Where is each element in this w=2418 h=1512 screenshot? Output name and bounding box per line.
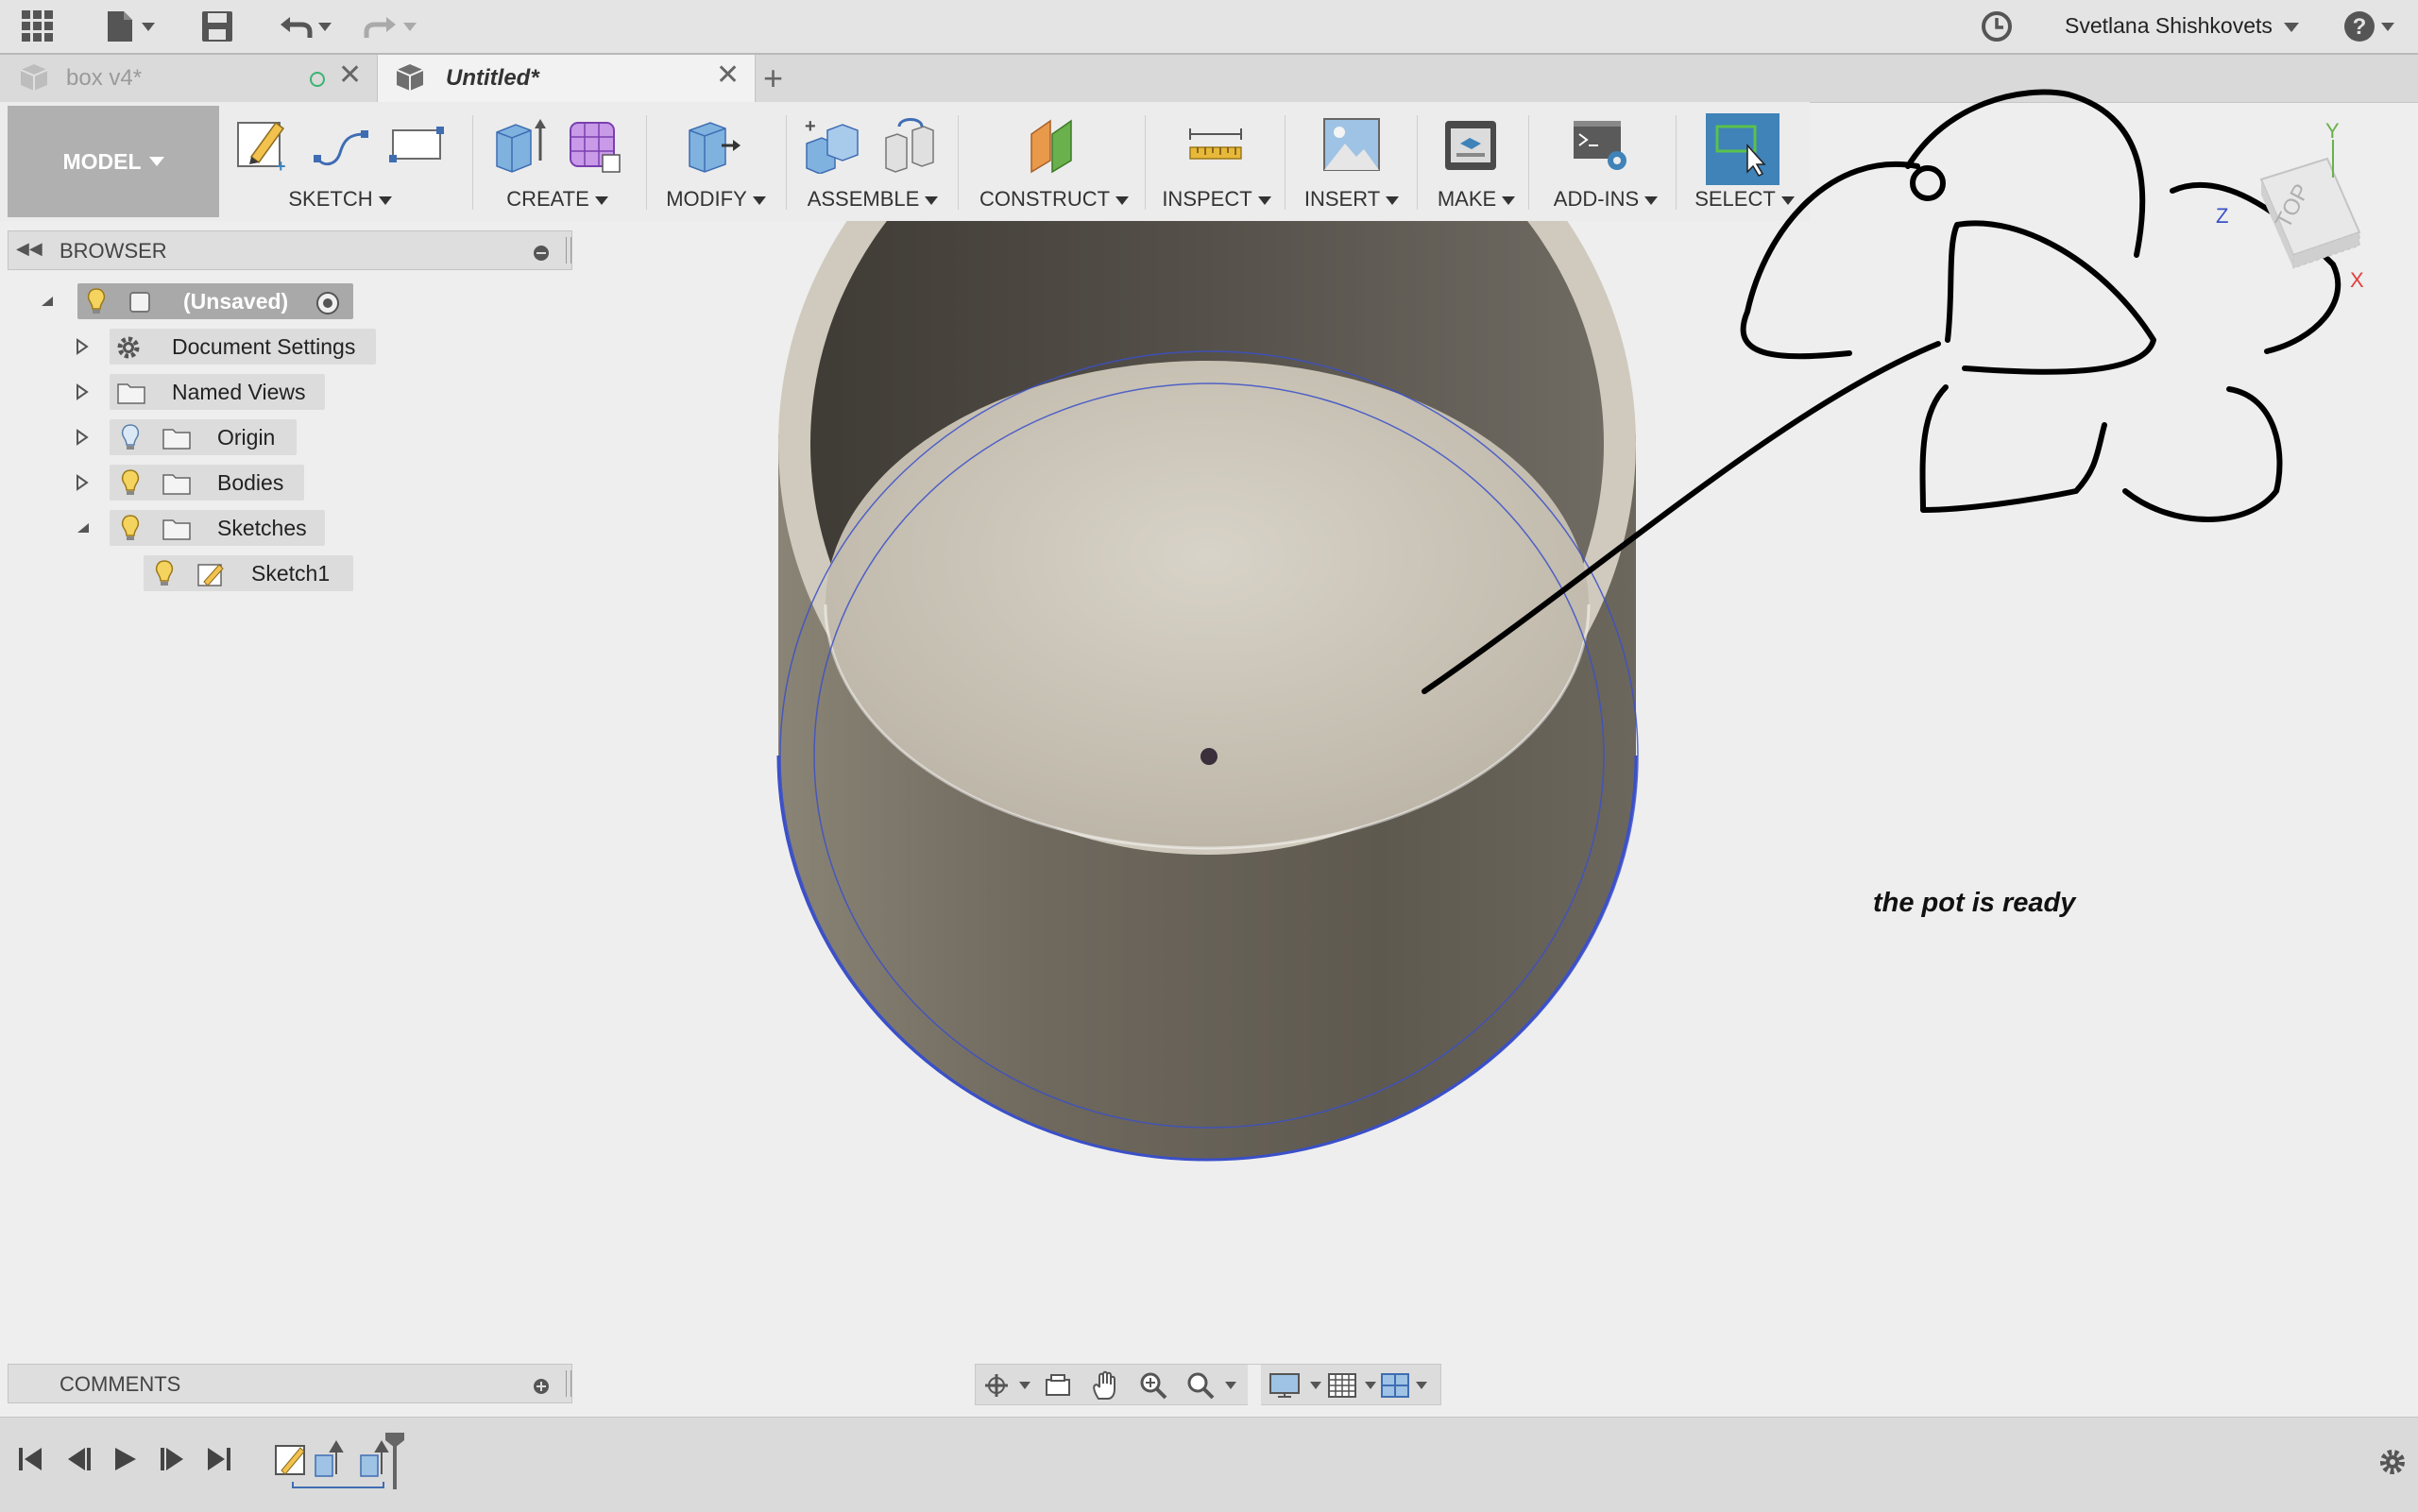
grid-settings-icon[interactable] — [1327, 1370, 1386, 1401]
panel-grip[interactable] — [566, 1370, 571, 1397]
axis-x-label: X — [2350, 268, 2364, 292]
go-to-end-icon[interactable] — [208, 1448, 230, 1470]
minimize-panel-icon[interactable] — [534, 246, 549, 261]
viewports-icon[interactable] — [1380, 1370, 1439, 1401]
navigation-toolbar — [975, 1364, 1441, 1406]
timeline-marker[interactable] — [385, 1433, 404, 1489]
zoom-window-icon[interactable] — [1185, 1370, 1242, 1401]
orbit-icon[interactable] — [983, 1372, 1036, 1399]
tree-item-label: Document Settings — [172, 334, 356, 359]
tree-item-label: Sketches — [217, 516, 307, 540]
panel-grip[interactable] — [566, 237, 571, 263]
lightbulb-icon[interactable] — [119, 423, 142, 451]
collapse-triangle-icon[interactable] — [76, 521, 91, 535]
activate-radio-icon[interactable] — [315, 291, 340, 315]
step-forward-icon[interactable] — [161, 1448, 183, 1470]
folder-icon — [162, 429, 191, 450]
folder-icon — [162, 519, 191, 540]
tree-item-bodies[interactable]: Bodies — [0, 465, 567, 501]
lightbulb-icon[interactable] — [153, 559, 176, 587]
lightbulb-icon[interactable] — [85, 287, 108, 315]
timeline-extrude-feature-icon[interactable] — [315, 1440, 344, 1477]
timeline-settings-gear-icon[interactable] — [2378, 1448, 2407, 1476]
viewcube[interactable]: TOP Y Z X — [2201, 113, 2371, 302]
browser-panel-header[interactable]: ◀◀ BROWSER — [8, 230, 572, 270]
zoom-icon[interactable] — [1138, 1370, 1168, 1401]
tree-item-document-settings[interactable]: Document Settings — [0, 329, 567, 365]
tree-item-origin[interactable]: Origin — [0, 419, 567, 455]
timeline-sketch-feature-icon[interactable] — [275, 1445, 305, 1475]
collapse-panel-icon[interactable]: ◀◀ — [16, 239, 43, 259]
collapse-triangle-icon[interactable] — [40, 295, 55, 308]
comments-panel-header[interactable]: COMMENTS — [8, 1364, 572, 1403]
tree-item-label: Sketch1 — [251, 561, 331, 586]
tree-item-sketch1[interactable]: Sketch1 — [0, 555, 567, 591]
expand-triangle-icon[interactable] — [76, 429, 89, 446]
comments-title: COMMENTS — [60, 1372, 181, 1396]
sketch-icon — [197, 564, 224, 586]
expand-triangle-icon[interactable] — [76, 338, 89, 355]
expand-triangle-icon[interactable] — [76, 383, 89, 400]
pot-model[interactable] — [776, 33, 1639, 1162]
component-icon — [129, 292, 150, 313]
step-back-icon[interactable] — [68, 1448, 91, 1470]
timeline-features — [275, 1433, 404, 1489]
pan-hand-icon[interactable] — [1091, 1370, 1119, 1401]
expand-triangle-icon[interactable] — [76, 474, 89, 491]
tree-item-label: Origin — [217, 425, 276, 450]
tree-item-sketches[interactable]: Sketches — [0, 510, 567, 546]
display-settings-icon[interactable] — [1269, 1370, 1327, 1401]
look-at-icon[interactable] — [1044, 1372, 1072, 1399]
sketch-center-point[interactable] — [1200, 748, 1218, 765]
play-icon[interactable] — [115, 1448, 136, 1470]
browser-title: BROWSER — [60, 239, 167, 263]
tree-root-row[interactable]: (Unsaved) — [0, 283, 567, 319]
timeline-controls — [19, 1448, 230, 1470]
markup-text-note: the pot is ready — [1873, 888, 2076, 918]
tree-item-label: Bodies — [217, 470, 284, 495]
expand-panel-icon[interactable] — [534, 1379, 549, 1394]
timeline-bar — [0, 1417, 2418, 1512]
lightbulb-icon[interactable] — [119, 514, 142, 542]
folder-icon — [162, 474, 191, 495]
go-to-start-icon[interactable] — [19, 1448, 42, 1470]
tree-item-named-views[interactable]: Named Views — [0, 374, 567, 410]
timeline-extrude-feature-icon[interactable] — [360, 1440, 389, 1477]
tree-item-label: Named Views — [172, 380, 306, 404]
gear-icon — [117, 336, 140, 359]
lightbulb-icon[interactable] — [119, 468, 142, 497]
axis-z-label: Z — [2216, 204, 2228, 228]
axis-y-label: Y — [2325, 119, 2340, 143]
folder-icon — [117, 383, 145, 404]
viewport-canvas[interactable] — [0, 0, 2418, 1511]
root-component-label: (Unsaved) — [183, 289, 289, 314]
